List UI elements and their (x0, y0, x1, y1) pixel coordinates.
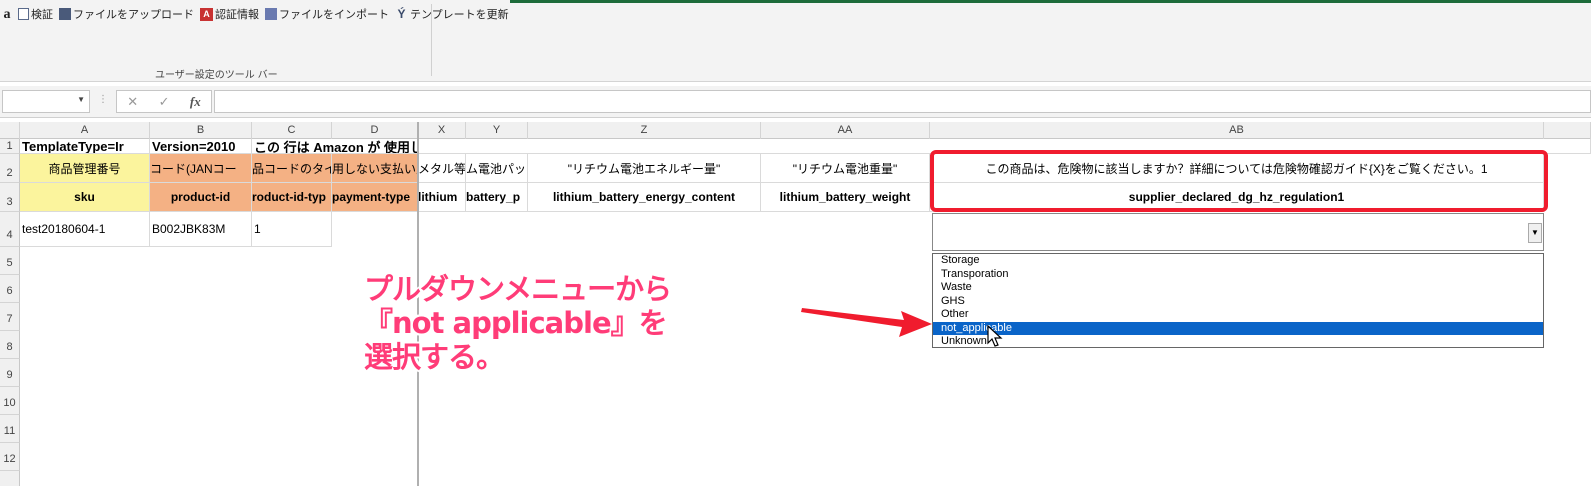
row-header-7[interactable]: 7 (0, 303, 20, 331)
cancel-icon[interactable]: ✕ (127, 94, 138, 110)
column-header-b[interactable]: B (150, 122, 252, 139)
ribbon-separator (431, 4, 432, 76)
column-header-z[interactable]: Z (528, 122, 761, 139)
cell-b2[interactable]: コード(JANコー (150, 154, 252, 183)
dropdown-list: Storage Transporation Waste GHS Other no… (932, 253, 1544, 348)
chevron-down-icon[interactable]: ▼ (77, 95, 85, 104)
auth-icon: A (200, 7, 213, 21)
column-header-aa[interactable]: AA (761, 122, 930, 139)
dropdown-option-ghs[interactable]: GHS (933, 295, 1543, 309)
column-header-next[interactable] (1544, 122, 1591, 139)
name-box[interactable]: ▼ (2, 90, 90, 113)
row-header-12[interactable]: 12 (0, 443, 20, 471)
dropdown-option-waste[interactable]: Waste (933, 281, 1543, 295)
cell-z3[interactable]: lithium_battery_energy_content (528, 183, 761, 212)
template-icon: Ý (397, 6, 406, 21)
column-headers: A B C D X Y Z AA AB (0, 122, 1591, 139)
cell-aa2[interactable]: "リチウム電池重量" (761, 154, 930, 183)
import-file-button[interactable]: ファイルをインポート (265, 6, 389, 22)
cell-a2[interactable]: 商品管理番号 (20, 154, 150, 183)
dropdown-option-not-applicable[interactable]: not_applicable (933, 321, 1543, 335)
formula-bar-grip-icon[interactable]: ⋮ (98, 94, 108, 105)
column-header-y[interactable]: Y (466, 122, 528, 139)
dropdown-option-storage[interactable]: Storage (933, 254, 1543, 268)
import-icon (265, 8, 277, 20)
column-header-a[interactable]: A (20, 122, 150, 139)
dropdown-option-other[interactable]: Other (933, 308, 1543, 322)
select-all-corner[interactable] (0, 122, 20, 139)
column-header-ab[interactable]: AB (930, 122, 1544, 139)
validate-icon (18, 8, 29, 20)
row-header-1[interactable]: 1 (0, 139, 20, 154)
insert-function-icon[interactable]: fx (190, 94, 201, 110)
dropdown-option-transporation[interactable]: Transporation (933, 268, 1543, 282)
cell-c3[interactable]: roduct-id-typ (252, 183, 332, 212)
cell-aa3[interactable]: lithium_battery_weight (761, 183, 930, 212)
annotation-line-3: 選択する。 (364, 340, 505, 374)
column-header-d[interactable]: D (332, 122, 418, 139)
row-header-4[interactable]: 4 (0, 212, 20, 247)
cell-b1[interactable]: Version=2010 (150, 139, 252, 154)
row-header-10[interactable]: 10 (0, 387, 20, 415)
cell-y2[interactable]: ム電池パッ (466, 154, 528, 183)
cell-b3[interactable]: product-id (150, 183, 252, 212)
validate-label: 検証 (31, 9, 53, 21)
row-header-8[interactable]: 8 (0, 331, 20, 359)
annotation-line-2: 『not applicable』を (364, 306, 668, 340)
cell-d2[interactable]: 用しない支払い入 (332, 154, 418, 183)
cell-d3[interactable]: payment-type (332, 183, 418, 212)
cell-c4[interactable]: 1 (252, 212, 332, 247)
cell-c1[interactable]: この 行は Amazon が 使用しま (252, 139, 418, 154)
cell-c2[interactable]: 品コードのタイ (252, 154, 332, 183)
update-template-button[interactable]: Ý テンプレートを更新 (395, 6, 509, 22)
pointer-arrow-icon (801, 308, 932, 337)
cell-y3[interactable]: battery_p (466, 183, 528, 212)
toolbar-group-label: ユーザー設定のツール バー (155, 70, 278, 81)
formula-buttons: ✕ ✓ fx (116, 90, 212, 113)
cell-z2[interactable]: "リチウム電池エネルギー量" (528, 154, 761, 183)
upload-file-label: ファイルをアップロード (73, 9, 194, 21)
row-header-3[interactable]: 3 (0, 183, 20, 212)
validate-button[interactable]: 検証 (18, 6, 53, 22)
row-header-6[interactable]: 6 (0, 275, 20, 303)
amazon-icon: a (3, 6, 11, 22)
auth-info-label: 認証情報 (215, 9, 259, 21)
row-header-11[interactable]: 11 (0, 415, 20, 443)
row-header-9[interactable]: 9 (0, 359, 20, 387)
row-header-13[interactable] (0, 471, 20, 486)
enter-icon[interactable]: ✓ (159, 94, 170, 110)
dropdown-option-unknown[interactable]: Unknown (933, 335, 1543, 349)
regulation-dropdown-cell[interactable]: ▼ (932, 213, 1544, 251)
auth-info-button[interactable]: A 認証情報 (200, 6, 259, 22)
ribbon: a 検証 ファイルをアップロード A 認証情報 ファイルをインポート Ý テンプ… (0, 0, 1591, 82)
formula-bar: ▼ ⋮ ✕ ✓ fx (0, 86, 1591, 118)
upload-icon (59, 8, 71, 20)
row-header-2[interactable]: 2 (0, 154, 20, 183)
cell-a1[interactable]: TemplateType=Ir (20, 139, 150, 154)
update-template-label: テンプレートを更新 (410, 9, 509, 21)
instruction-annotation: プルダウンメニューから 『not applicable』を 選択する。 (364, 272, 672, 374)
ribbon-accent-bar (510, 0, 1591, 3)
mouse-cursor-icon (987, 325, 1003, 347)
column-header-c[interactable]: C (252, 122, 332, 139)
amazon-button[interactable]: a (2, 6, 12, 22)
dropdown-arrow-icon[interactable]: ▼ (1528, 223, 1542, 243)
cell-a3[interactable]: sku (20, 183, 150, 212)
column-header-x[interactable]: X (418, 122, 466, 139)
cell-a4[interactable]: test20180604-1 (20, 212, 150, 247)
custom-toolbar: a 検証 ファイルをアップロード A 認証情報 ファイルをインポート Ý テンプ… (2, 4, 509, 24)
row-header-5[interactable]: 5 (0, 247, 20, 275)
formula-input[interactable] (214, 90, 1591, 113)
annotation-line-1: プルダウンメニューから (364, 272, 672, 306)
cell-x3[interactable]: lithium (418, 183, 466, 212)
cell-b4[interactable]: B002JBK83M (150, 212, 252, 247)
cell-x2[interactable]: メタル等 (418, 154, 466, 183)
upload-file-button[interactable]: ファイルをアップロード (59, 6, 194, 22)
import-file-label: ファイルをインポート (279, 9, 389, 21)
highlight-box (930, 150, 1548, 212)
